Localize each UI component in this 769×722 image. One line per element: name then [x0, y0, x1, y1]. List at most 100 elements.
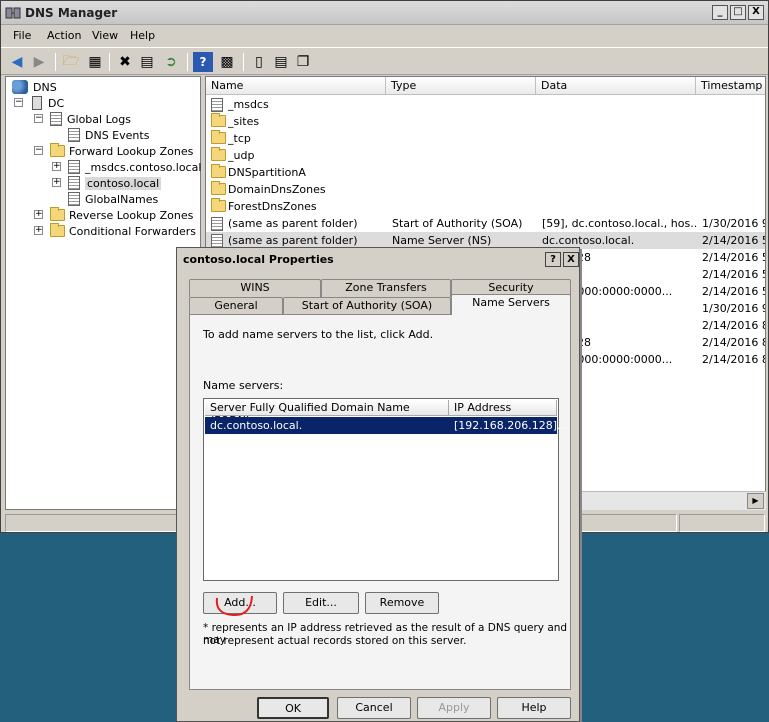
- dialog-help-button[interactable]: ?: [545, 252, 561, 267]
- tree-label: GlobalNames: [85, 192, 159, 206]
- tree-label: Forward Lookup Zones: [69, 144, 194, 158]
- name-cell: DNSpartitionA: [228, 166, 306, 179]
- red-annotation-mark: [215, 595, 253, 617]
- timestamp-cell: 1/30/2016 9:: [702, 217, 766, 230]
- delete-icon[interactable]: ✖: [115, 52, 135, 72]
- scroll-right-icon[interactable]: ▶: [747, 493, 764, 509]
- column-header-ip[interactable]: IP Address: [449, 400, 557, 416]
- console-icon[interactable]: ▩: [217, 52, 237, 72]
- tree-label: DC: [48, 96, 65, 110]
- server-icon[interactable]: ▯: [249, 52, 269, 72]
- expand-icon[interactable]: +: [52, 162, 61, 171]
- menu-help[interactable]: Help: [130, 29, 155, 42]
- name-cell: _sites: [228, 115, 260, 128]
- ok-button[interactable]: OK: [257, 697, 329, 719]
- tree-pane[interactable]: DNS − DC − Global Logs DNS Events − Forw…: [5, 76, 201, 510]
- export-icon[interactable]: ➲: [161, 52, 181, 72]
- table-row[interactable]: (same as parent folder) Start of Authorit…: [206, 215, 766, 232]
- properties-icon[interactable]: ▤: [137, 52, 157, 72]
- status-panel: [679, 514, 765, 532]
- tree-item-contoso-zone[interactable]: contoso.local: [68, 175, 162, 191]
- tree-item-dns[interactable]: DNS: [12, 79, 57, 95]
- menu-bar: File Action View Help: [1, 26, 768, 46]
- expand-icon[interactable]: +: [52, 178, 61, 187]
- tree-label: Conditional Forwarders: [69, 224, 197, 238]
- table-row[interactable]: _udp: [206, 147, 765, 164]
- close-button[interactable]: X: [748, 5, 764, 20]
- tab-general[interactable]: General: [189, 297, 283, 315]
- collapse-icon[interactable]: −: [14, 98, 23, 107]
- tree-item-msdcs-zone[interactable]: _msdcs.contoso.local: [68, 159, 201, 175]
- name-cell: (same as parent folder): [228, 234, 358, 247]
- edit-button[interactable]: Edit...: [283, 592, 359, 614]
- tree-item-conditional-forwarders[interactable]: Conditional Forwarders: [50, 223, 196, 239]
- tree-label: Global Logs: [67, 112, 131, 126]
- name-server-row[interactable]: dc.contoso.local. [192.168.206.128]...: [205, 417, 568, 434]
- dialog-title-bar[interactable]: contoso.local Properties ? X: [179, 250, 579, 270]
- tree-item-globalnames[interactable]: GlobalNames: [68, 191, 158, 207]
- help-button[interactable]: Help: [497, 697, 571, 719]
- fqdn-cell: dc.contoso.local.: [210, 419, 303, 432]
- record-icon: [211, 98, 223, 112]
- folder-icon: [211, 181, 226, 195]
- tree-item-forward-zones[interactable]: Forward Lookup Zones: [50, 143, 193, 159]
- tree-label: contoso.local: [85, 176, 162, 190]
- timestamp-cell: 2/14/2016 5:: [702, 268, 766, 281]
- column-header-timestamp[interactable]: Timestamp: [696, 77, 765, 95]
- column-header-data[interactable]: Data: [536, 77, 696, 95]
- collapse-icon[interactable]: −: [34, 114, 43, 123]
- up-folder-icon[interactable]: 🗁: [61, 52, 81, 72]
- table-row[interactable]: _msdcs: [206, 96, 765, 113]
- menu-file[interactable]: File: [13, 29, 31, 42]
- tab-zone-transfers[interactable]: Zone Transfers: [321, 279, 451, 297]
- dialog-close-button[interactable]: X: [563, 252, 579, 267]
- tree-item-dc[interactable]: DC: [32, 95, 64, 111]
- tab-wins[interactable]: WINS: [189, 279, 321, 297]
- column-header-type[interactable]: Type: [386, 77, 536, 95]
- dns-root-icon: [12, 80, 28, 94]
- type-cell: Name Server (NS): [392, 234, 492, 247]
- table-row[interactable]: _tcp: [206, 130, 765, 147]
- table-row[interactable]: ForestDnsZones: [206, 198, 765, 215]
- tree-item-reverse-zones[interactable]: Reverse Lookup Zones: [50, 207, 193, 223]
- table-row[interactable]: _sites: [206, 113, 765, 130]
- column-header-fqdn[interactable]: Server Fully Qualified Domain Name (FQDN…: [205, 400, 449, 427]
- record-icon: [211, 217, 223, 231]
- show-hide-tree-icon[interactable]: ▦: [85, 52, 105, 72]
- menu-view[interactable]: View: [92, 29, 118, 42]
- name-servers-label: Name servers:: [203, 379, 284, 392]
- instruction-text: To add name servers to the list, click A…: [203, 328, 434, 341]
- back-arrow-icon[interactable]: ◀: [7, 52, 27, 72]
- tab-name-servers[interactable]: Name Servers: [451, 294, 571, 315]
- table-row[interactable]: DomainDnsZones: [206, 181, 765, 198]
- tree-item-dns-events[interactable]: DNS Events: [68, 127, 149, 143]
- help-icon[interactable]: ?: [193, 52, 213, 72]
- minimize-button[interactable]: _: [712, 5, 728, 20]
- cancel-button[interactable]: Cancel: [337, 697, 411, 719]
- apply-button[interactable]: Apply: [417, 697, 491, 719]
- table-row[interactable]: DNSpartitionA: [206, 164, 765, 181]
- column-header-name[interactable]: Name: [206, 77, 386, 95]
- server-icon: [32, 96, 42, 110]
- expand-icon[interactable]: +: [34, 210, 43, 219]
- data-cell: [59], dc.contoso.local., hos...: [542, 217, 698, 230]
- list-icon[interactable]: ▤: [271, 52, 291, 72]
- toolbar-separator: [243, 53, 244, 71]
- tab-soa[interactable]: Start of Authority (SOA): [283, 297, 451, 315]
- data-cell: dc.contoso.local.: [542, 234, 635, 247]
- copy-icon[interactable]: ❐: [293, 52, 313, 72]
- toolbar: ◀ ▶ 🗁 ▦ ✖ ▤ ➲ ? ▩ ▯ ▤ ❐: [1, 47, 768, 75]
- name-cell: ForestDnsZones: [228, 200, 317, 213]
- menu-action[interactable]: Action: [47, 29, 81, 42]
- zone-icon: [68, 176, 80, 190]
- forward-arrow-icon[interactable]: ▶: [29, 52, 49, 72]
- expand-icon[interactable]: +: [34, 226, 43, 235]
- tree-item-global-logs[interactable]: Global Logs: [50, 111, 131, 127]
- name-servers-list[interactable]: Server Fully Qualified Domain Name (FQDN…: [203, 398, 568, 581]
- zone-properties-dialog: contoso.local Properties ? X WINS Zone T…: [176, 247, 580, 722]
- tree-label: DNS Events: [85, 128, 150, 142]
- maximize-button[interactable]: □: [730, 5, 746, 20]
- remove-button[interactable]: Remove: [365, 592, 439, 614]
- title-bar[interactable]: DNS Manager _ □ X: [1, 1, 768, 25]
- collapse-icon[interactable]: −: [34, 146, 43, 155]
